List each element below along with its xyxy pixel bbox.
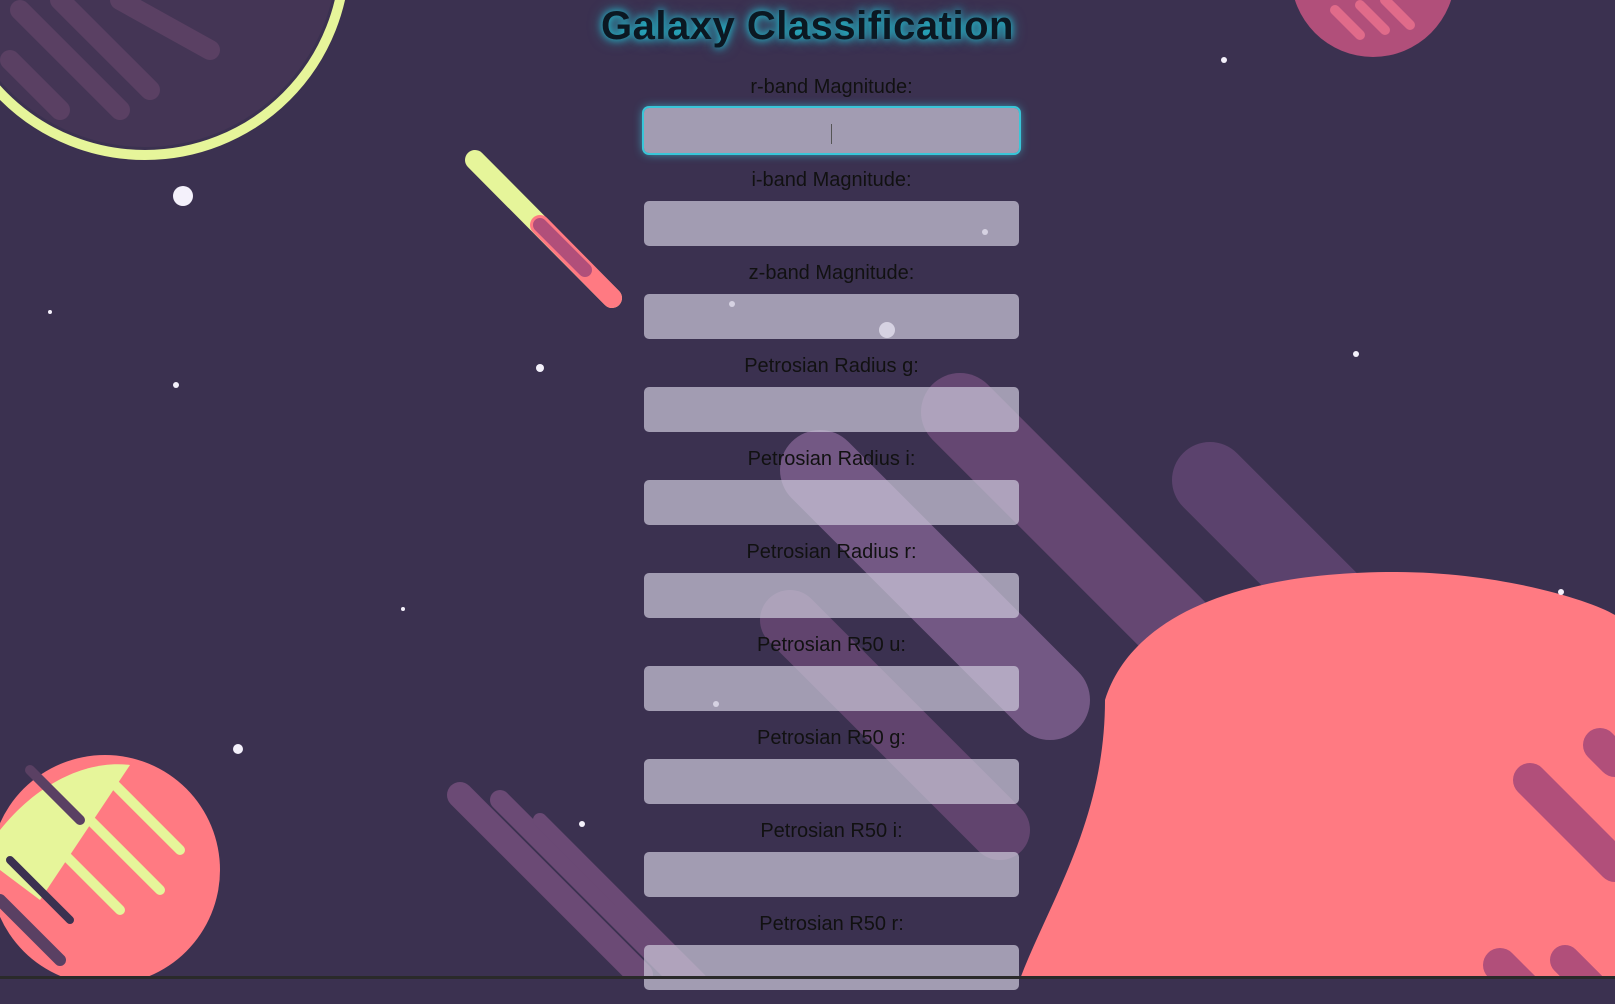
field-label: Petrosian Radius g: bbox=[744, 355, 919, 377]
field-petrosian-radius-g: Petrosian Radius g: bbox=[644, 353, 1019, 446]
page-title: Galaxy Classification bbox=[601, 4, 1014, 48]
field-label: z-band Magnitude: bbox=[748, 262, 915, 284]
field-petrosian-radius-i: Petrosian Radius i: bbox=[644, 446, 1019, 539]
field-petrosian-r50-g: Petrosian R50 g: bbox=[644, 725, 1019, 818]
petrosian-radius-r-input[interactable] bbox=[644, 573, 1019, 618]
field-label: i-band Magnitude: bbox=[751, 169, 912, 191]
field-petrosian-radius-r: Petrosian Radius r: bbox=[644, 539, 1019, 632]
z-band-magnitude-input[interactable] bbox=[644, 294, 1019, 339]
petrosian-r50-r-input[interactable] bbox=[644, 945, 1019, 990]
petrosian-r50-u-input[interactable] bbox=[644, 666, 1019, 711]
field-label: Petrosian R50 u: bbox=[757, 634, 906, 656]
galaxy-classification-page: Galaxy Classification r-band Magnitude: … bbox=[0, 0, 1615, 990]
field-i-band-magnitude: i-band Magnitude: bbox=[644, 167, 1019, 260]
field-petrosian-r50-i: Petrosian R50 i: bbox=[644, 818, 1019, 911]
field-label: Petrosian R50 r: bbox=[759, 913, 904, 935]
field-label: Petrosian Radius i: bbox=[747, 448, 916, 470]
field-z-band-magnitude: z-band Magnitude: bbox=[644, 260, 1019, 353]
i-band-magnitude-input[interactable] bbox=[644, 201, 1019, 246]
field-r-band-magnitude: r-band Magnitude: bbox=[644, 74, 1019, 167]
field-petrosian-r50-u: Petrosian R50 u: bbox=[644, 632, 1019, 725]
petrosian-r50-g-input[interactable] bbox=[644, 759, 1019, 804]
field-label: Petrosian R50 i: bbox=[760, 820, 903, 842]
field-petrosian-r50-r: Petrosian R50 r: bbox=[644, 911, 1019, 1004]
field-label: Petrosian Radius r: bbox=[746, 541, 917, 563]
petrosian-radius-i-input[interactable] bbox=[644, 480, 1019, 525]
petrosian-r50-i-input[interactable] bbox=[644, 852, 1019, 897]
petrosian-radius-g-input[interactable] bbox=[644, 387, 1019, 432]
galaxy-input-form: r-band Magnitude: i-band Magnitude: z-ba… bbox=[644, 74, 1019, 1004]
field-label: Petrosian R50 g: bbox=[757, 727, 906, 749]
field-label: r-band Magnitude: bbox=[750, 76, 913, 98]
text-caret bbox=[831, 124, 832, 144]
